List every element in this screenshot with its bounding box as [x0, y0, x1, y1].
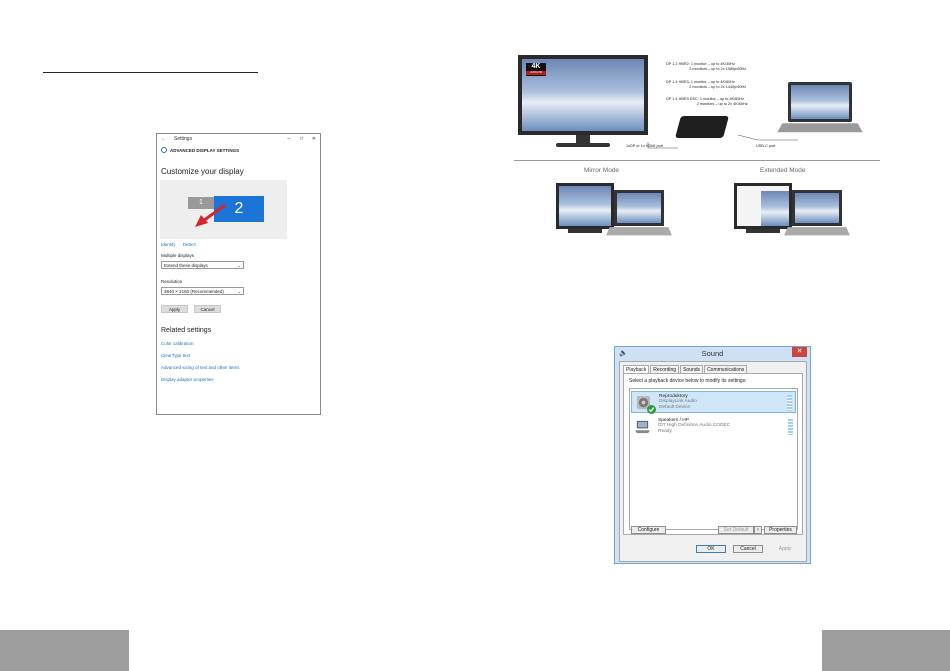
- multiple-displays-value: Extend these displays: [164, 263, 208, 268]
- sound-body: Playback Recording Sounds Communications…: [619, 361, 807, 562]
- port-right-label: USB-C port: [756, 144, 776, 148]
- configure-button[interactable]: Configure: [631, 526, 666, 534]
- volume-meter: [787, 395, 792, 411]
- mirror-monitor-base: [568, 229, 602, 233]
- gear-icon: [161, 147, 167, 153]
- playback-hint: Select a playback device below to modify…: [629, 378, 747, 384]
- laptop-image: [788, 82, 852, 122]
- extended-laptop-screen: [795, 193, 839, 223]
- settings-header: ADVANCED DISPLAY SETTINGS: [161, 147, 239, 153]
- resolution-label: Resolution: [161, 279, 183, 284]
- playback-panel: Select a playback device below to modify…: [623, 373, 803, 535]
- laptop-speaker-icon: [635, 420, 650, 434]
- device-text: Reproduktory DisplayLink Audio Default D…: [659, 394, 697, 410]
- settings-header-text: ADVANCED DISPLAY SETTINGS: [170, 147, 240, 153]
- set-default-button[interactable]: Set Default: [718, 526, 754, 534]
- related-link-display-adapter[interactable]: Display adapter properties: [161, 377, 214, 382]
- mirror-mode-label: Mirror Mode: [584, 167, 620, 174]
- spec-dp12: DP 1.2 HBR2: 1 monitor – up to 4K/30Hz 2…: [666, 62, 747, 71]
- related-settings-title: Related settings: [161, 327, 212, 334]
- sound-title: Sound: [701, 349, 724, 358]
- device-item-speakers-hp[interactable]: Speakers / HP IDT High Definition Audio …: [631, 416, 796, 438]
- back-arrow-icon[interactable]: ←: [161, 134, 166, 145]
- laptop-screen: [791, 85, 849, 119]
- chevron-down-icon: ⌄: [237, 263, 241, 268]
- mirror-laptop-image: [614, 190, 664, 226]
- set-default-dropdown-icon[interactable]: ▾: [754, 526, 762, 534]
- apply-button[interactable]: Apply: [770, 545, 800, 553]
- dock-connection-diagram: 4K ULTRA HD DP 1.2 HBR2: 1 monitor – up …: [508, 50, 882, 256]
- sound-dialog: 🔈 Sound ✕ Playback Recording Sounds Comm…: [614, 346, 811, 564]
- extended-monitor-image: [734, 183, 792, 229]
- settings-titlebar: ← Settings – □ ✕: [157, 134, 320, 145]
- mirror-laptop-screen: [617, 193, 661, 223]
- 4k-badge-subtext: ULTRA HD: [526, 71, 546, 75]
- display-arrangement: 1 2: [160, 180, 287, 239]
- maximize-icon[interactable]: □: [300, 134, 303, 145]
- identify-link[interactable]: Identify: [161, 242, 176, 247]
- device-list: Reproduktory DisplayLink Audio Default D…: [629, 388, 798, 530]
- related-link-advanced-sizing[interactable]: Advanced sizing of text and other items: [161, 365, 240, 370]
- footer-right-tab: [822, 630, 950, 671]
- extended-laptop-keyboard: [784, 227, 850, 236]
- resolution-value: 3840 × 2160 (Recommended): [164, 289, 224, 294]
- spec-dp14: DP 1.4 HBR3: 1 monitor – up to 4K/60Hz 2…: [666, 80, 747, 89]
- sound-titlebar: 🔈 Sound ✕: [615, 347, 810, 361]
- diagram-separator: [514, 160, 880, 161]
- device-item-reproduktory[interactable]: Reproduktory DisplayLink Audio Default D…: [631, 391, 796, 414]
- mirror-monitor-image: [556, 183, 614, 229]
- properties-button[interactable]: Properties: [764, 526, 797, 534]
- detect-link[interactable]: Detect: [183, 242, 196, 247]
- extended-monitor-screen: [737, 186, 789, 226]
- close-icon[interactable]: ✕: [792, 347, 807, 357]
- monitor-stand: [576, 135, 590, 143]
- page-title: Customize your display: [161, 167, 244, 176]
- mirror-laptop-keyboard: [606, 227, 672, 236]
- 4k-badge: 4K ULTRA HD: [526, 63, 546, 76]
- laptop-keyboard: [777, 123, 863, 133]
- extended-monitor-photo: [761, 191, 789, 226]
- extended-monitor-base: [746, 229, 780, 233]
- spec-dp14-dsc: DP 1.4 HBR3 DSC: 1 monitor – up to 5K/60…: [666, 97, 748, 106]
- ok-button[interactable]: OK: [696, 545, 726, 553]
- extended-mode-label: Extended Mode: [760, 167, 806, 174]
- red-arrow-icon: [195, 203, 226, 227]
- cancel-button[interactable]: Cancel: [194, 305, 221, 313]
- volume-meter: [788, 419, 793, 435]
- mirror-monitor-screen: [559, 186, 611, 226]
- identify-detect-links: Identify Detect: [161, 242, 202, 247]
- device-text: Speakers / HP IDT High Definition Audio …: [658, 418, 730, 434]
- close-icon[interactable]: ✕: [312, 134, 316, 145]
- apply-button[interactable]: Apply: [161, 305, 188, 313]
- monitor-base: [556, 143, 610, 147]
- default-check-icon: [647, 405, 656, 414]
- related-link-cleartype[interactable]: ClearType text: [161, 353, 190, 358]
- cancel-button[interactable]: Cancel: [733, 545, 763, 553]
- multiple-displays-label: Multiple displays: [161, 253, 195, 258]
- port-left-label: 1xDP or 1x HDMI port: [626, 144, 664, 148]
- resolution-select[interactable]: 3840 × 2160 (Recommended) ⌄: [161, 287, 244, 295]
- multiple-displays-select[interactable]: Extend these displays ⌄: [161, 261, 244, 269]
- 4k-badge-text: 4K: [531, 63, 541, 70]
- footer-left-tab: [0, 630, 129, 671]
- settings-window: ← Settings – □ ✕ ADVANCED DISPLAY SETTIN…: [156, 133, 321, 415]
- related-link-color-calibration[interactable]: Color calibration: [161, 341, 194, 346]
- header-rule: [43, 72, 258, 73]
- extended-laptop-image: [792, 190, 842, 226]
- device-status: Default Device: [659, 404, 691, 410]
- minimize-icon[interactable]: –: [287, 134, 290, 145]
- device-status: Ready: [658, 428, 672, 434]
- settings-window-title: Settings: [174, 136, 193, 142]
- chevron-down-icon: ⌄: [237, 289, 241, 294]
